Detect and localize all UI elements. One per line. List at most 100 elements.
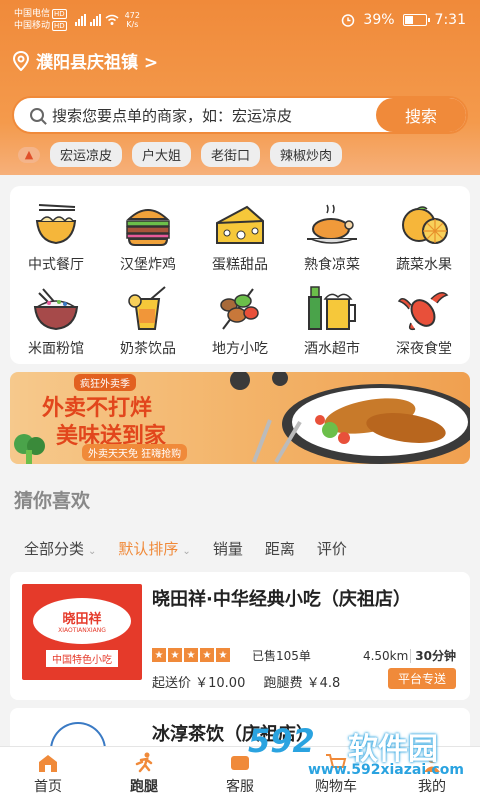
shop-logo-pinyin: XIAOTIANXIANG — [58, 626, 106, 634]
tab-label: 跑腿 — [130, 778, 158, 795]
beer-icon — [305, 284, 359, 334]
star-icon: ★ — [152, 648, 166, 662]
watermark: 592 软件园 www.592xiazai.com — [248, 722, 480, 782]
category-label: 蛋糕甜品 — [212, 257, 268, 273]
tab-label: 首页 — [34, 778, 62, 795]
category-fruit[interactable]: 蔬菜水果 — [378, 200, 470, 274]
section-title: 猜你喜欢 — [14, 490, 91, 512]
delivery-fee: 跑腿费 ￥4.8 — [263, 676, 341, 691]
shop-name: 晓田祥·中华经典小吃（庆祖店） — [152, 589, 411, 610]
category-dessert[interactable]: 蛋糕甜品 — [194, 200, 286, 274]
hot-tag[interactable]: 辣椒炒肉 — [270, 142, 343, 167]
home-icon — [36, 752, 60, 774]
carrier-1: 中国电信 — [14, 9, 51, 19]
category-label: 米面粉馆 — [28, 341, 84, 357]
carrier-2: 中国移动 — [14, 21, 51, 31]
shop-logo-caption: 中国特色小吃 — [46, 649, 118, 667]
category-chinese[interactable]: 中式餐厅 — [10, 200, 102, 274]
banner-tag: 疯狂外卖季 — [74, 374, 136, 391]
sort-filter-row: 全部分类 ⌄ 默认排序 ⌄ 销量 距离 评价 — [24, 538, 347, 559]
search-button[interactable]: 搜索 — [376, 98, 466, 132]
status-bar: 中国电信 HD 中国移动 HD 472 K/s 39% 7:31 — [0, 0, 480, 40]
category-card: 中式餐厅 汉堡炸鸡 蛋糕甜品 熟食凉菜 蔬菜水果 米面粉馆 奶茶饮品 地方小吃 … — [10, 186, 470, 364]
signal-icon — [74, 14, 86, 26]
location-pin-icon — [12, 50, 30, 71]
sort-default[interactable]: 默认排序 ⌄ — [118, 538, 190, 559]
hot-tag[interactable]: 宏运凉皮 — [50, 142, 123, 167]
hot-tag[interactable]: 户大姐 — [132, 142, 192, 167]
filter-all-categories[interactable]: 全部分类 ⌄ — [24, 538, 96, 559]
runner-icon — [132, 752, 156, 774]
shop-logo: 晓田祥 XIAOTIANXIANG 中国特色小吃 — [22, 584, 142, 680]
tab-home[interactable]: 首页 — [0, 747, 96, 800]
banner-subline: 外卖天天免 狂嗨抢购 — [82, 444, 188, 461]
alarm-icon — [342, 14, 355, 27]
battery-percent: 39% — [363, 12, 395, 28]
category-label: 深夜食堂 — [396, 341, 452, 357]
distance: 4.50km — [362, 649, 409, 663]
orange-fruit-icon — [397, 200, 451, 250]
location-selector[interactable]: 濮阳县庆祖镇 > — [12, 48, 158, 73]
hd-badge: HD — [52, 21, 67, 31]
star-icon: ★ — [216, 648, 230, 662]
category-burger[interactable]: 汉堡炸鸡 — [102, 200, 194, 274]
category-label: 汉堡炸鸡 — [120, 257, 176, 273]
shop-card[interactable]: 晓田祥 XIAOTIANXIANG 中国特色小吃 晓田祥·中华经典小吃（庆祖店）… — [10, 572, 470, 700]
star-icon: ★ — [200, 648, 214, 662]
star-icon: ★ — [184, 648, 198, 662]
fire-icon: ▲ — [18, 146, 40, 163]
watermark-brand: 592 — [248, 722, 315, 760]
signal-icons — [74, 14, 119, 26]
sort-rating[interactable]: 评价 — [317, 538, 347, 559]
sort-label: 默认排序 — [118, 540, 179, 558]
star-icon: ★ — [168, 648, 182, 662]
filter-label: 全部分类 — [24, 540, 85, 558]
fee-info: 起送价 ￥10.00 跑腿费 ￥4.8 — [152, 672, 354, 691]
category-snacks[interactable]: 地方小吃 — [194, 284, 286, 358]
burger-icon — [121, 200, 175, 250]
promo-banner[interactable]: 疯狂外卖季 外卖不打烊 美味送到家 外卖天天免 狂嗨抢购 — [10, 372, 470, 464]
chevron-down-icon: ⌄ — [88, 546, 97, 557]
wifi-icon — [105, 14, 119, 25]
broccoli-image — [14, 434, 45, 464]
sort-distance[interactable]: 距离 — [265, 538, 295, 559]
skewer-icon — [213, 284, 267, 334]
speed-value: 472 — [124, 11, 140, 20]
battery-icon — [402, 14, 430, 26]
location-text: 濮阳县庆祖镇 > — [36, 53, 159, 73]
speed-unit: K/s — [126, 20, 139, 29]
hot-search-row: ▲ 宏运凉皮 户大姐 老街口 辣椒炒肉 — [18, 142, 343, 167]
hd-badge: HD — [52, 9, 67, 19]
search-bar[interactable]: 搜索您要点单的商家，如：宏运凉皮 搜索 — [12, 96, 468, 134]
star-rating: ★ ★ ★ ★ ★ — [152, 648, 230, 662]
clock: 7:31 — [434, 12, 466, 28]
carrier-info: 中国电信 HD 中国移动 HD — [14, 8, 67, 32]
cheese-cake-icon — [213, 200, 267, 250]
category-deli[interactable]: 熟食凉菜 — [286, 200, 378, 274]
category-drinks[interactable]: 奶茶饮品 — [102, 284, 194, 358]
platform-delivery-badge: 平台专送 — [387, 668, 456, 689]
lobster-icon — [397, 284, 451, 334]
category-label: 地方小吃 — [212, 341, 268, 357]
category-late-night[interactable]: 深夜食堂 — [378, 284, 470, 358]
watermark-url: www.592xiazai.com — [308, 762, 464, 778]
min-order: 起送价 ￥10.00 — [152, 676, 246, 691]
noodle-bowl-icon — [29, 200, 83, 250]
drink-icon — [121, 284, 175, 334]
category-label: 蔬菜水果 — [396, 257, 452, 273]
search-icon — [30, 108, 44, 122]
category-label: 酒水超市 — [304, 341, 360, 357]
signal-icon — [89, 14, 101, 26]
food-plate-image — [230, 372, 470, 464]
sort-sales[interactable]: 销量 — [213, 538, 243, 559]
chevron-down-icon: ⌄ — [182, 546, 191, 557]
category-rice[interactable]: 米面粉馆 — [10, 284, 102, 358]
category-label: 奶茶饮品 — [120, 341, 176, 357]
network-speed: 472 K/s — [125, 11, 140, 29]
search-input[interactable]: 搜索您要点单的商家，如：宏运凉皮 — [52, 105, 376, 126]
tab-errand[interactable]: 跑腿 — [96, 747, 192, 800]
hot-tag[interactable]: 老街口 — [201, 142, 261, 167]
category-label: 中式餐厅 — [28, 257, 84, 273]
category-liquor[interactable]: 酒水超市 — [286, 284, 378, 358]
rice-bowl-icon — [29, 284, 83, 334]
